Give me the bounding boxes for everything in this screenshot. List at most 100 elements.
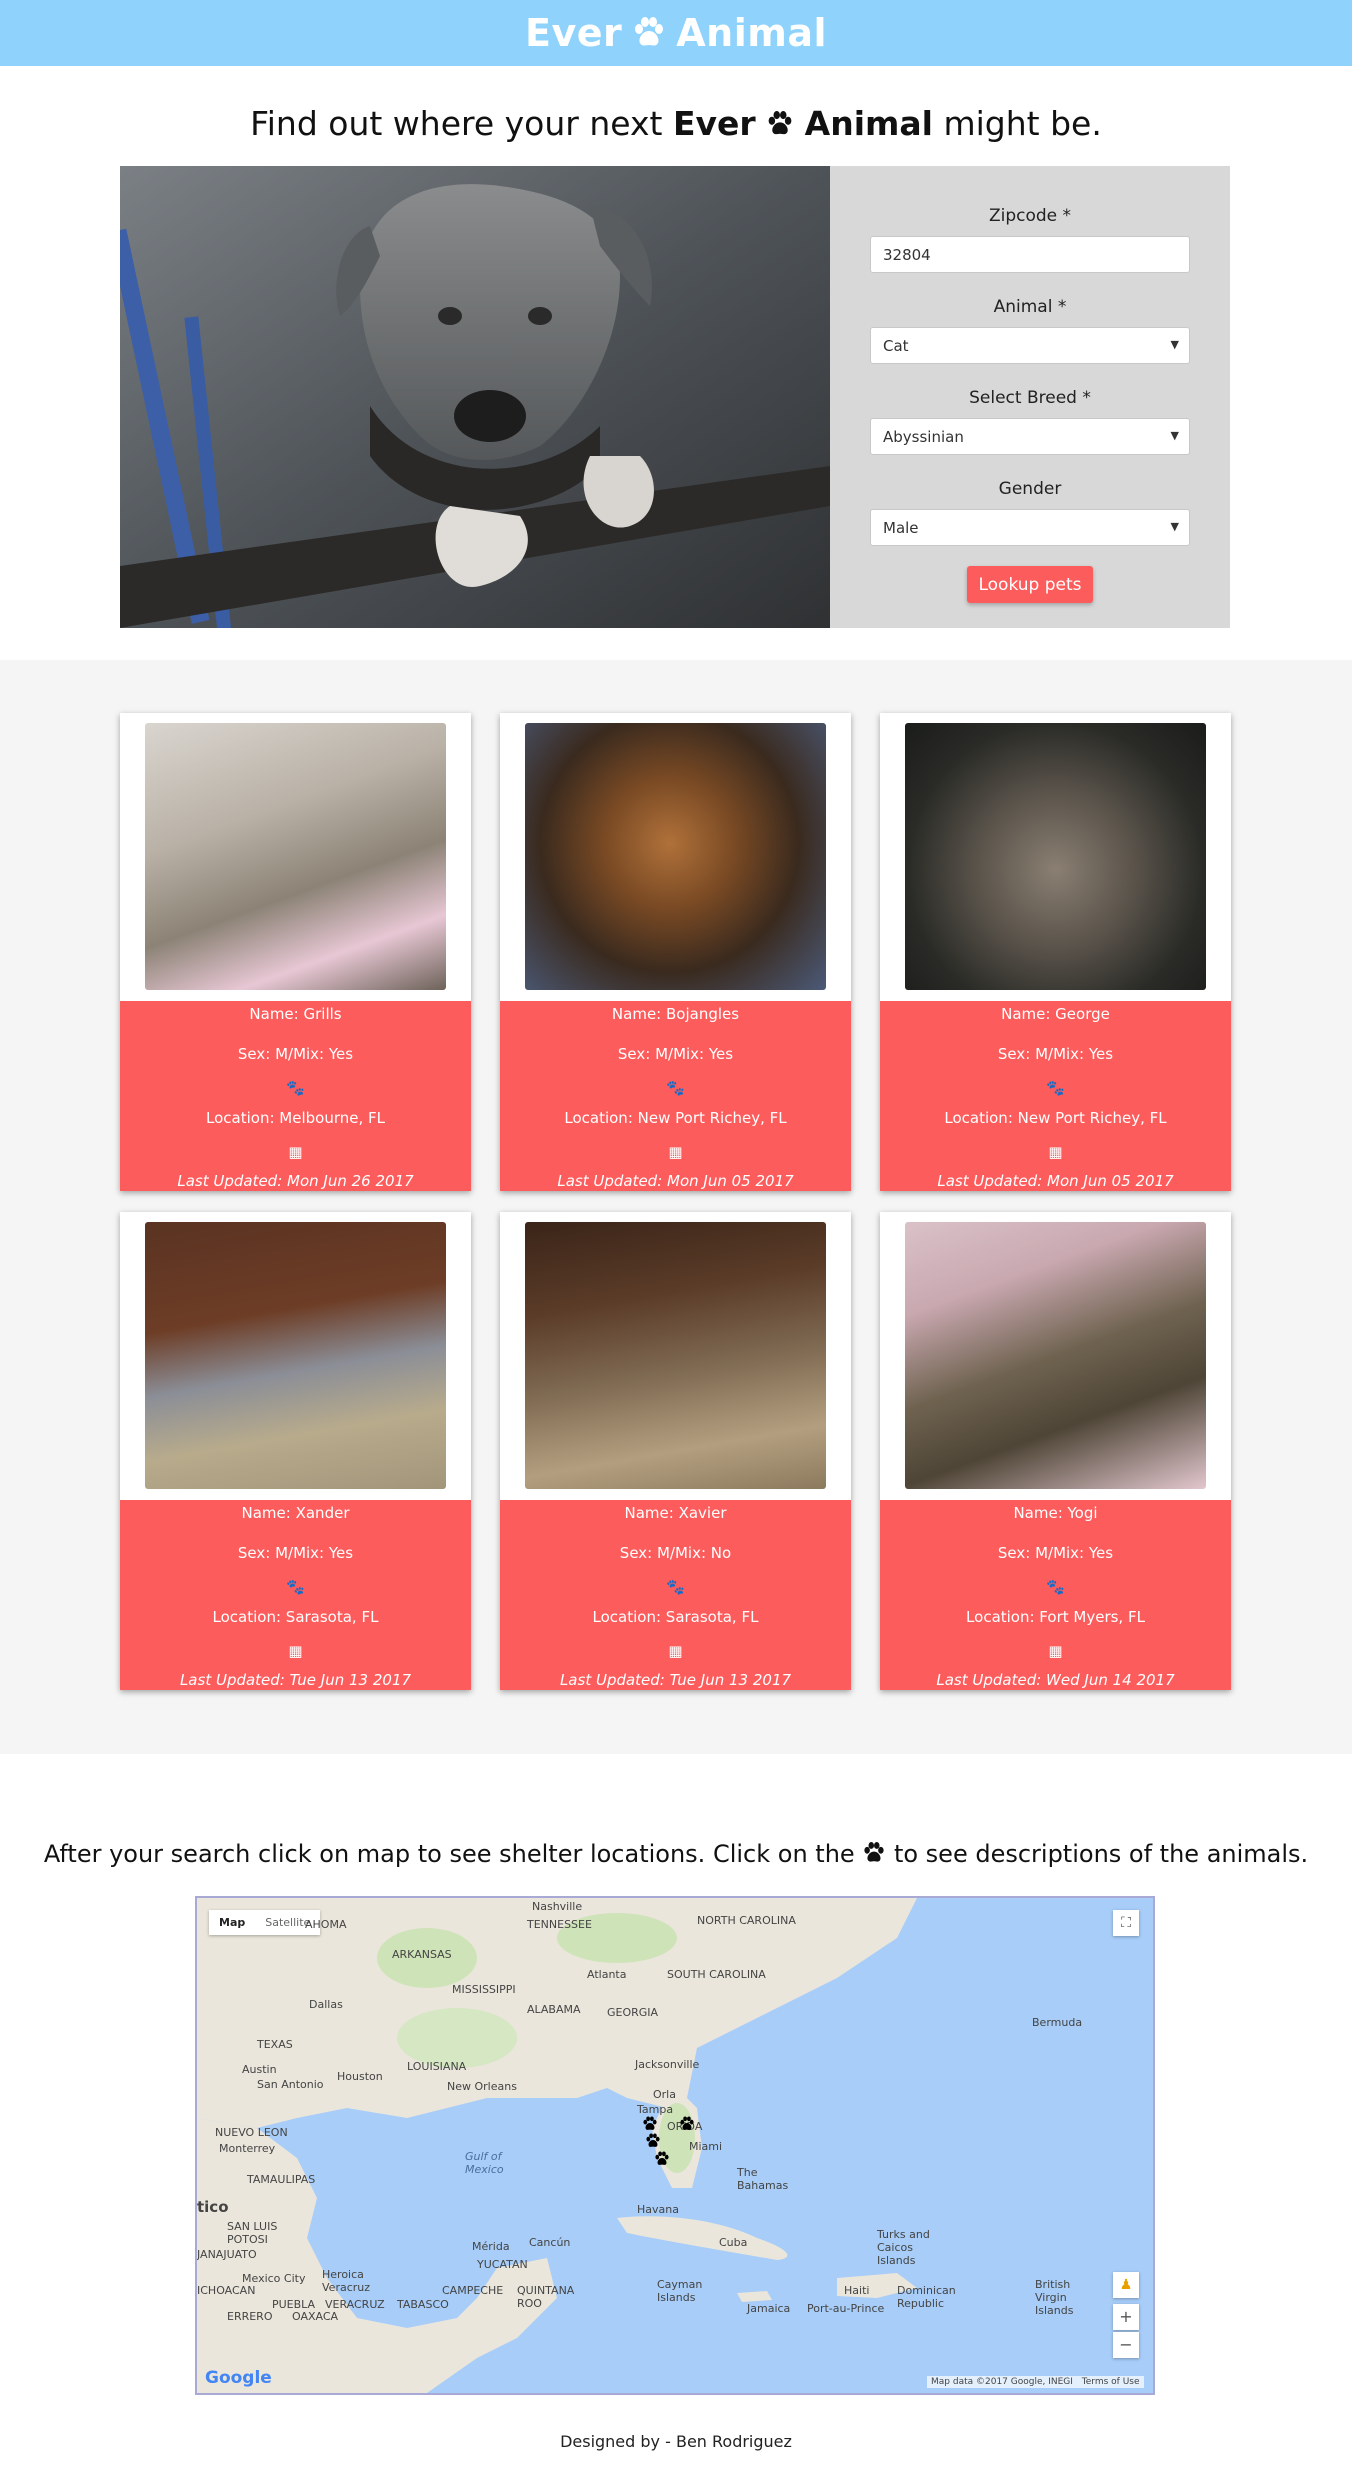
- map-label: CAMPECHE: [442, 2284, 504, 2297]
- map-tab[interactable]: Map: [209, 1910, 255, 1935]
- pet-card[interactable]: Name: Bojangles Sex: M/Mix: Yes 🐾 Locati…: [500, 713, 851, 1191]
- map-label: TENNESSEE: [527, 1918, 592, 1931]
- animal-label: Animal *: [993, 297, 1067, 317]
- brand-word-right: Animal: [676, 11, 827, 55]
- pet-name: Name: Bojangles: [611, 1005, 740, 1023]
- google-logo[interactable]: Google: [205, 2368, 272, 2388]
- map-label: Atlanta: [587, 1968, 627, 1981]
- shelter-marker-paw-icon[interactable]: [654, 2151, 670, 2167]
- calendar-icon: ▦: [288, 1143, 303, 1161]
- paw-icon: 🐾: [666, 1578, 685, 1596]
- terms-link[interactable]: Terms of Use: [1082, 2377, 1140, 2387]
- animal-select[interactable]: Cat ▼: [870, 327, 1190, 364]
- map-label: TABASCO: [397, 2298, 449, 2311]
- headline-brand-right: Animal: [804, 104, 933, 143]
- map-label: Jacksonville: [635, 2058, 700, 2071]
- pet-name: Name: Grills: [249, 1005, 342, 1023]
- zoom-in-button[interactable]: +: [1113, 2304, 1139, 2330]
- pet-location: Location: New Port Richey, FL: [564, 1109, 787, 1127]
- breed-select[interactable]: Abyssinian ▼: [870, 418, 1190, 455]
- gender-label: Gender: [998, 479, 1062, 499]
- lookup-pets-button[interactable]: Lookup pets: [967, 566, 1093, 603]
- calendar-icon: ▦: [1048, 1642, 1063, 1660]
- pegman-icon[interactable]: ♟: [1113, 2272, 1139, 2298]
- map-label: Haiti: [844, 2284, 870, 2297]
- pet-info: Name: Xavier Sex: M/Mix: No 🐾 Location: …: [500, 1500, 851, 1690]
- pet-card[interactable]: Name: Xander Sex: M/Mix: Yes 🐾 Location:…: [120, 1212, 471, 1690]
- dog-illustration: [120, 166, 830, 628]
- gender-select-value: Male: [883, 519, 919, 537]
- map-label: Turks and Caicos Islands: [877, 2228, 930, 2267]
- map-label: SAN LUIS POTOSI: [227, 2220, 278, 2246]
- map-label: YUCATAN: [477, 2258, 528, 2271]
- pet-photo: [525, 1222, 826, 1489]
- shelter-map[interactable]: Map Satellite ⛶ ♟ + − Nashville TENNESSE…: [195, 1896, 1155, 2395]
- map-label: The Bahamas: [737, 2166, 789, 2192]
- pet-card[interactable]: Name: Xavier Sex: M/Mix: No 🐾 Location: …: [500, 1212, 851, 1690]
- pet-search-form: Zipcode * 32804 Animal * Cat ▼ Select Br…: [830, 166, 1230, 628]
- map-label: Nashville: [532, 1900, 583, 1913]
- map-type-control: Map Satellite: [209, 1910, 321, 1935]
- pet-card[interactable]: Name: Grills Sex: M/Mix: Yes 🐾 Location:…: [120, 713, 471, 1191]
- map-label: ALABAMA: [527, 2003, 581, 2016]
- map-label: Houston: [337, 2070, 383, 2083]
- headline-prefix: Find out where your next: [250, 104, 663, 143]
- fullscreen-button[interactable]: ⛶: [1113, 1910, 1139, 1936]
- map-label: NUEVO LEON: [215, 2126, 288, 2139]
- pet-sex: Sex: M/Mix: Yes: [997, 1544, 1114, 1562]
- zipcode-label: Zipcode *: [988, 206, 1072, 226]
- calendar-icon: ▦: [668, 1642, 683, 1660]
- brand-word-left: Ever: [524, 11, 623, 55]
- map-label: Orla: [653, 2088, 676, 2101]
- pet-location: Location: Fort Myers, FL: [966, 1608, 1145, 1626]
- shelter-marker-paw-icon[interactable]: [642, 2116, 658, 2132]
- map-attribution: Map data ©2017 Google, INEGI Terms of Us…: [927, 2376, 1144, 2388]
- map-label: ARKANSAS: [392, 1948, 452, 1961]
- animal-select-value: Cat: [883, 337, 909, 355]
- pet-card[interactable]: Name: Yogi Sex: M/Mix: Yes 🐾 Location: F…: [880, 1212, 1231, 1690]
- map-label: San Antonio: [257, 2078, 324, 2091]
- map-label: Bermuda: [1032, 2016, 1083, 2029]
- map-label: TEXAS: [257, 2038, 293, 2051]
- pet-location: Location: New Port Richey, FL: [944, 1109, 1167, 1127]
- zipcode-input[interactable]: 32804: [870, 236, 1190, 273]
- breed-label: Select Breed *: [969, 388, 1091, 408]
- pet-card[interactable]: Name: George Sex: M/Mix: Yes 🐾 Location:…: [880, 713, 1231, 1191]
- shelter-marker-paw-icon[interactable]: [645, 2133, 661, 2149]
- pet-location: Location: Sarasota, FL: [212, 1608, 379, 1626]
- brand-logo[interactable]: Ever Animal: [525, 11, 827, 55]
- paw-icon: 🐾: [286, 1079, 305, 1097]
- pet-photo: [905, 723, 1206, 990]
- zoom-out-button[interactable]: −: [1113, 2332, 1139, 2358]
- chevron-down-icon: ▼: [1170, 520, 1179, 533]
- calendar-icon: ▦: [288, 1642, 303, 1660]
- pet-name: Name: Xander: [241, 1504, 350, 1522]
- gender-select[interactable]: Male ▼: [870, 509, 1190, 546]
- paw-icon: 🐾: [1046, 1578, 1065, 1596]
- paw-icon: [864, 1842, 884, 1862]
- calendar-icon: ▦: [668, 1143, 683, 1161]
- map-label: Austin: [242, 2063, 277, 2076]
- map-label: MISSISSIPPI: [452, 1983, 516, 1996]
- pet-last-updated: Last Updated: Mon Jun 26 2017: [177, 1172, 414, 1190]
- map-label: Tampa: [637, 2103, 674, 2116]
- top-header: Ever Animal: [0, 0, 1352, 66]
- map-label: Monterrey: [219, 2142, 276, 2155]
- map-label: TAMAULIPAS: [247, 2173, 316, 2186]
- map-label: SOUTH CAROLINA: [667, 1968, 766, 1981]
- map-label: tico: [197, 2198, 229, 2216]
- map-label: Dallas: [309, 1998, 343, 2011]
- pet-info: Name: Grills Sex: M/Mix: Yes 🐾 Location:…: [120, 1001, 471, 1191]
- pet-info: Name: Bojangles Sex: M/Mix: Yes 🐾 Locati…: [500, 1001, 851, 1191]
- search-hero: Zipcode * 32804 Animal * Cat ▼ Select Br…: [120, 166, 1230, 628]
- pet-last-updated: Last Updated: Mon Jun 05 2017: [557, 1172, 794, 1190]
- map-data-credit: Map data ©2017 Google, INEGI: [931, 2377, 1073, 2387]
- map-caption-suffix: to see descriptions of the animals.: [893, 1840, 1309, 1868]
- map-label: Havana: [637, 2203, 679, 2216]
- shelter-marker-paw-icon[interactable]: [679, 2116, 695, 2132]
- pet-sex: Sex: M/Mix: No: [619, 1544, 732, 1562]
- pet-last-updated: Last Updated: Tue Jun 13 2017: [179, 1671, 412, 1689]
- pet-name: Name: Yogi: [1013, 1504, 1098, 1522]
- map-label: JANAJUATO: [197, 2248, 257, 2261]
- pet-results: Name: Grills Sex: M/Mix: Yes 🐾 Location:…: [0, 660, 1352, 1754]
